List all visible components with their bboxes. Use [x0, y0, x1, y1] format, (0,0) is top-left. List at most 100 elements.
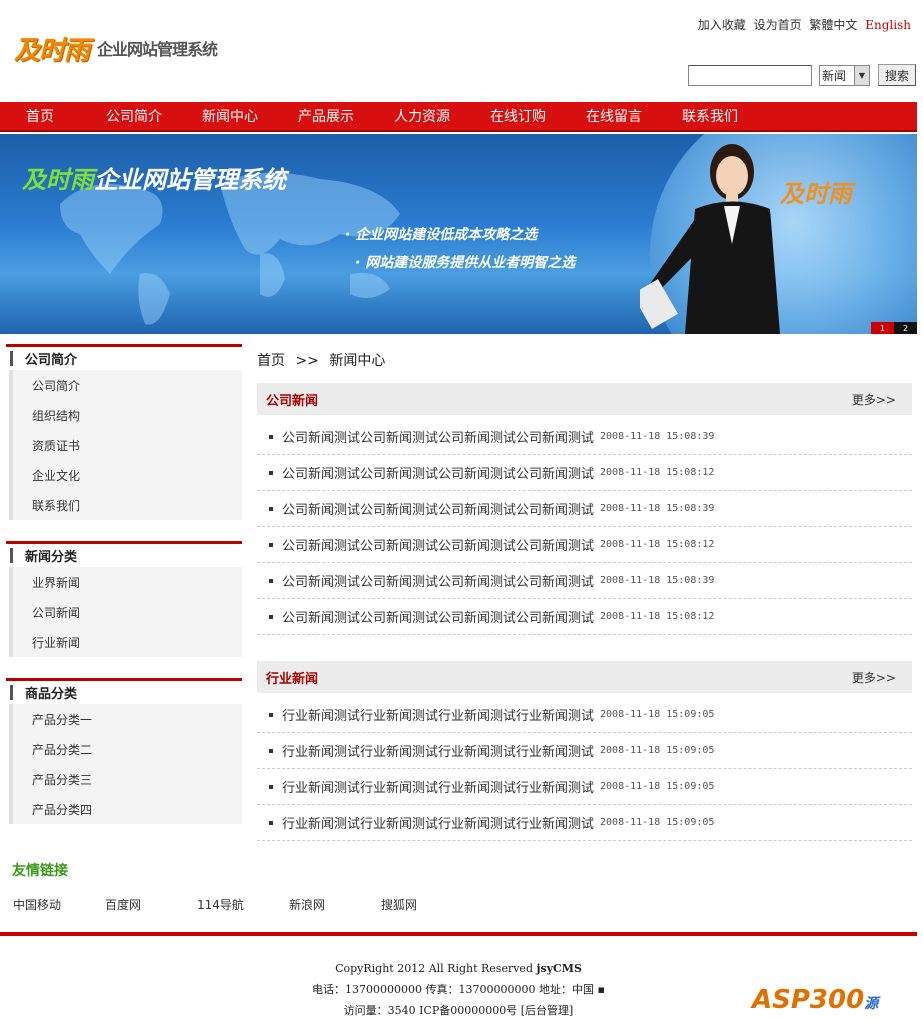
news-item: 公司新闻测试公司新闻测试公司新闻测试公司新闻测试 2008-11-18 15:08…	[257, 491, 912, 527]
nav-message[interactable]: 在线留言	[586, 106, 642, 126]
bullet-icon	[269, 578, 273, 583]
banner-title-brand: 及时雨	[22, 166, 94, 194]
more-link[interactable]: 更多>>	[852, 669, 896, 686]
traditional-chinese-link[interactable]: 繁體中文	[809, 18, 857, 32]
nav-products[interactable]: 产品展示	[298, 106, 354, 126]
logo-brand-text: 及时雨	[14, 35, 90, 66]
sidebar-about: 公司简介 公司简介 组织结构 资质证书 企业文化 联系我们	[6, 344, 242, 520]
site-logo[interactable]: 及时雨 企业网站管理系统	[14, 30, 218, 66]
footer-divider	[0, 932, 917, 936]
copyright-text: CopyRight 2012 All Right Reserved	[335, 962, 537, 975]
news-item: 行业新闻测试行业新闻测试行业新闻测试行业新闻测试 2008-11-18 15:09…	[257, 769, 912, 805]
nav-contact[interactable]: 联系我们	[682, 106, 738, 126]
news-item: 公司新闻测试公司新闻测试公司新闻测试公司新闻测试 2008-11-18 15:08…	[257, 563, 912, 599]
sidebar-item-culture[interactable]: 企业文化	[13, 460, 242, 490]
friend-link-china-mobile[interactable]: 中国移动	[13, 896, 105, 913]
breadcrumb-current: 新闻中心	[329, 353, 386, 369]
banner-page-2[interactable]: 2	[894, 322, 917, 334]
breadcrumb: 首页 >> 新闻中心	[257, 350, 391, 370]
news-title[interactable]: 公司新闻测试公司新闻测试公司新闻测试公司新闻测试	[282, 571, 594, 590]
bullet-icon	[269, 614, 273, 619]
sidebar-item-category-1[interactable]: 产品分类一	[13, 704, 242, 734]
news-date: 2008-11-18 15:08:39	[600, 431, 715, 442]
sidebar-list: 业界新闻 公司新闻 行业新闻	[9, 567, 242, 657]
friend-link-sina[interactable]: 新浪网	[289, 896, 381, 913]
bullet-icon	[269, 784, 273, 789]
nav-home[interactable]: 首页	[26, 106, 54, 126]
news-date: 2008-11-18 15:09:05	[600, 781, 715, 792]
friend-link-baidu[interactable]: 百度网	[105, 896, 197, 913]
sidebar-list: 产品分类一 产品分类二 产品分类三 产品分类四	[9, 704, 242, 824]
sidebar-item-category-3[interactable]: 产品分类三	[13, 764, 242, 794]
sidebar-item-structure[interactable]: 组织结构	[13, 400, 242, 430]
news-title[interactable]: 公司新闻测试公司新闻测试公司新闻测试公司新闻测试	[282, 607, 594, 626]
sidebar-title: 新闻分类	[25, 550, 78, 565]
news-item: 公司新闻测试公司新闻测试公司新闻测试公司新闻测试 2008-11-18 15:08…	[257, 527, 912, 563]
header-marker	[10, 685, 13, 700]
search-category-value: 新闻	[822, 68, 847, 83]
sidebar-item-contact[interactable]: 联系我们	[13, 490, 242, 520]
news-title[interactable]: 行业新闻测试行业新闻测试行业新闻测试行业新闻测试	[282, 705, 594, 724]
nav-hr[interactable]: 人力资源	[394, 106, 450, 126]
bullet-icon	[269, 820, 273, 825]
bullet-icon	[269, 748, 273, 753]
sidebar-item-category-4[interactable]: 产品分类四	[13, 794, 242, 824]
english-link[interactable]: English	[865, 18, 911, 32]
nav-about[interactable]: 公司简介	[106, 106, 162, 126]
news-item: 行业新闻测试行业新闻测试行业新闻测试行业新闻测试 2008-11-18 15:09…	[257, 733, 912, 769]
news-date: 2008-11-18 15:09:05	[600, 745, 715, 756]
chevron-down-icon: ▼	[854, 65, 869, 85]
bullet-icon	[269, 712, 273, 717]
news-title[interactable]: 行业新闻测试行业新闻测试行业新闻测试行业新闻测试	[282, 777, 594, 796]
news-title[interactable]: 行业新闻测试行业新闻测试行业新闻测试行业新闻测试	[282, 813, 594, 832]
sidebar-header: 商品分类	[6, 678, 242, 704]
sidebar-item-certificates[interactable]: 资质证书	[13, 430, 242, 460]
header-marker	[10, 351, 13, 366]
news-item: 行业新闻测试行业新闻测试行业新闻测试行业新闻测试 2008-11-18 15:09…	[257, 697, 912, 733]
breadcrumb-home[interactable]: 首页	[257, 353, 285, 369]
watermark-logo: ASP300源码.com	[752, 985, 923, 1021]
sidebar-news-categories: 新闻分类 业界新闻 公司新闻 行业新闻	[6, 541, 242, 657]
banner-title: 及时雨企业网站管理系统	[22, 160, 286, 195]
nav-order[interactable]: 在线订购	[490, 106, 546, 126]
news-date: 2008-11-18 15:08:39	[600, 575, 715, 586]
friend-link-114[interactable]: 114导航	[197, 896, 289, 913]
search-input[interactable]	[688, 64, 812, 86]
banner-slogan-1: · 企业网站建设低成本攻略之选	[345, 227, 538, 243]
sidebar-list: 公司简介 组织结构 资质证书 企业文化 联系我们	[9, 370, 242, 520]
sidebar-item-category-2[interactable]: 产品分类二	[13, 734, 242, 764]
news-title[interactable]: 公司新闻测试公司新闻测试公司新闻测试公司新闻测试	[282, 427, 594, 446]
sidebar-header: 公司简介	[6, 344, 242, 370]
sidebar-title: 商品分类	[25, 687, 78, 702]
logo-subtitle: 企业网站管理系统	[97, 40, 218, 59]
search-category-select[interactable]: 新闻 ▼	[819, 64, 870, 86]
banner-title-text: 企业网站管理系统	[94, 166, 286, 194]
news-title[interactable]: 行业新闻测试行业新闻测试行业新闻测试行业新闻测试	[282, 741, 594, 760]
banner-page-1[interactable]: 1	[871, 322, 894, 334]
news-title[interactable]: 公司新闻测试公司新闻测试公司新闻测试公司新闻测试	[282, 463, 594, 482]
friend-link-sohu[interactable]: 搜狐网	[381, 896, 473, 913]
more-link[interactable]: 更多>>	[852, 391, 896, 408]
news-title[interactable]: 公司新闻测试公司新闻测试公司新闻测试公司新闻测试	[282, 535, 594, 554]
section-header: 公司新闻 更多>>	[257, 383, 912, 415]
news-date: 2008-11-18 15:09:05	[600, 817, 715, 828]
section-title: 公司新闻	[266, 393, 319, 409]
bullet-icon	[269, 470, 273, 475]
sidebar-item-industry-news[interactable]: 业界新闻	[13, 567, 242, 597]
sidebar-item-company-news[interactable]: 公司新闻	[13, 597, 242, 627]
sidebar-title: 公司简介	[25, 353, 78, 368]
news-date: 2008-11-18 15:08:39	[600, 503, 715, 514]
news-date: 2008-11-18 15:08:12	[600, 611, 715, 622]
sidebar-item-trade-news[interactable]: 行业新闻	[13, 627, 242, 657]
hero-banner: 及时雨企业网站管理系统 · 企业网站建设低成本攻略之选 · 网站建设服务提供从业…	[0, 134, 917, 334]
search-button[interactable]: 搜索	[878, 64, 916, 86]
bullet-icon	[269, 506, 273, 511]
set-homepage-link[interactable]: 设为首页	[754, 18, 802, 32]
friend-links-title: 友情链接	[12, 863, 68, 879]
add-favorite-link[interactable]: 加入收藏	[698, 18, 746, 32]
top-links: 加入收藏 设为首页 繁體中文 English	[694, 16, 911, 33]
nav-news[interactable]: 新闻中心	[202, 106, 258, 126]
industry-news-section: 行业新闻 更多>> 行业新闻测试行业新闻测试行业新闻测试行业新闻测试 2008-1…	[257, 661, 912, 841]
sidebar-item-about[interactable]: 公司简介	[13, 370, 242, 400]
news-title[interactable]: 公司新闻测试公司新闻测试公司新闻测试公司新闻测试	[282, 499, 594, 518]
